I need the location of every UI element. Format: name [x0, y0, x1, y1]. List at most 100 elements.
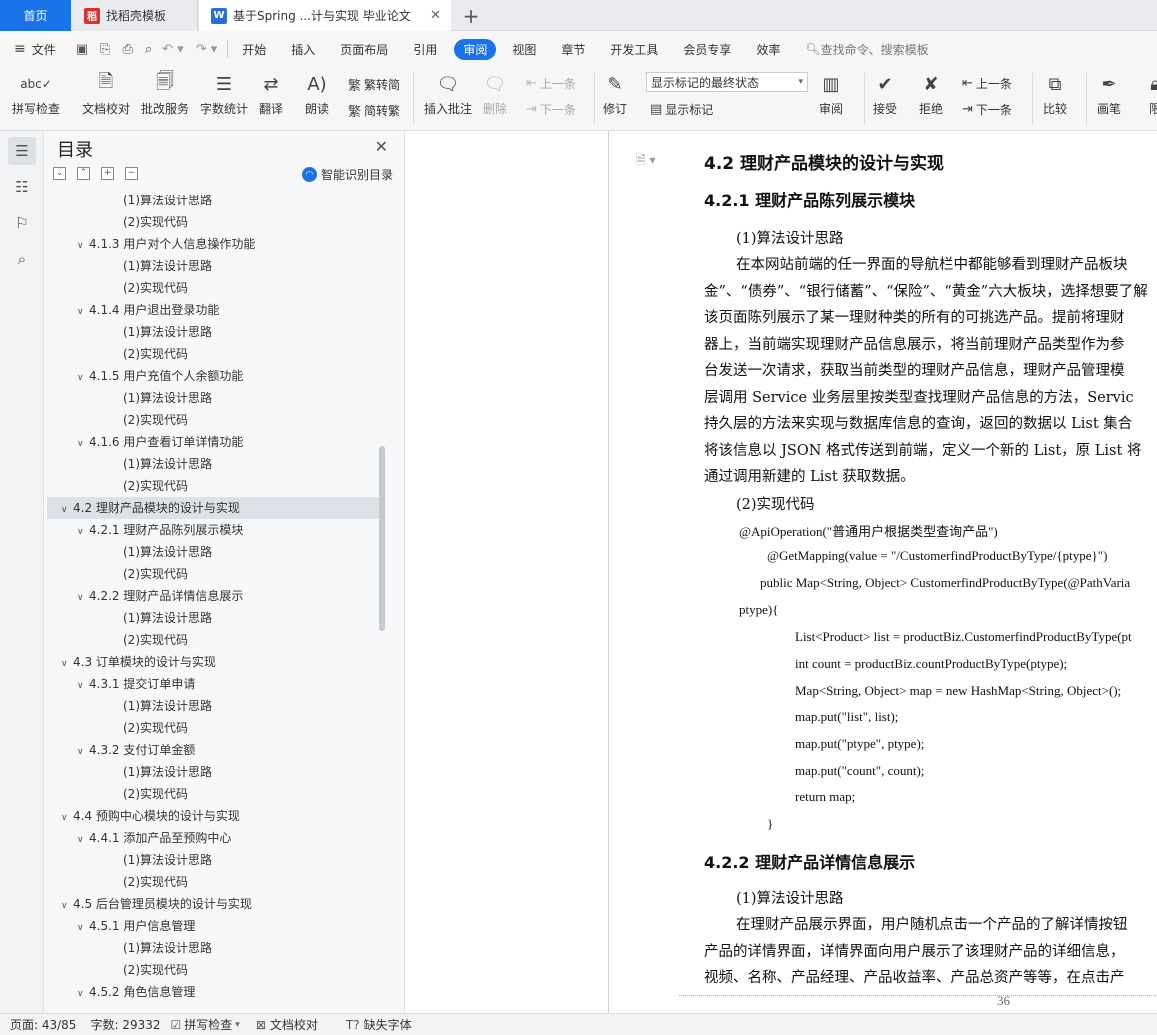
- chevron-down-icon[interactable]: ∨: [77, 741, 89, 763]
- chevron-down-icon[interactable]: ∨: [61, 895, 73, 917]
- chevron-down-icon[interactable]: ∨: [77, 587, 89, 609]
- tab-home[interactable]: 首页: [0, 0, 71, 31]
- chevron-down-icon[interactable]: ∨: [77, 917, 89, 939]
- chapter-nav-icon[interactable]: ☷: [8, 173, 36, 201]
- next-comment-button[interactable]: ⇥ 下一条: [526, 101, 576, 118]
- toc-item-sub[interactable]: (2)实现代码: [47, 409, 379, 431]
- chevron-down-icon[interactable]: ∨: [77, 433, 89, 455]
- toc-item-sub[interactable]: (1)算法设计思路: [47, 695, 379, 717]
- chevron-down-icon[interactable]: ▾: [235, 1020, 240, 1030]
- restrict-editing-button[interactable]: 🔒︎ 限: [1142, 71, 1157, 117]
- tab-document[interactable]: W 基于Spring ...计与实现 毕业论文 ✕: [199, 0, 451, 31]
- toc-item-section[interactable]: ∨ 4.4.1 添加产品至预购中心: [47, 827, 379, 849]
- compare-button[interactable]: ⧉ 比较: [1042, 71, 1068, 117]
- toc-item-section[interactable]: ∨ 4.2.2 理财产品详情信息展示: [47, 585, 379, 607]
- menu-insert[interactable]: 插入: [291, 41, 315, 58]
- simp-to-trad-button[interactable]: 繁简转繁: [348, 101, 400, 120]
- toc-item-sub[interactable]: (1)算法设计思路: [47, 453, 379, 475]
- accept-button[interactable]: ✔ 接受: [872, 71, 898, 117]
- expand-down-icon[interactable]: ⌄: [53, 167, 66, 180]
- redo-icon[interactable]: ↷ ▾: [196, 42, 218, 57]
- toc-item-section[interactable]: ∨ 4.5.1 用户信息管理: [47, 915, 379, 937]
- trad-to-simp-button[interactable]: 繁繁转简: [348, 75, 400, 94]
- toc-item-section[interactable]: ∨ 4.3.2 支付订单金额: [47, 739, 379, 761]
- toc-item-sub[interactable]: (2)实现代码: [47, 717, 379, 739]
- toc-item-section[interactable]: ∨ 4.1.3 用户对个人信息操作功能: [47, 233, 379, 255]
- save-icon[interactable]: ▣: [76, 42, 88, 57]
- toc-item-section[interactable]: ∨ 4.1.4 用户退出登录功能: [47, 299, 379, 321]
- reject-button[interactable]: ✘ 拒绝: [918, 71, 944, 117]
- doc-proof-button[interactable]: 🗎 文档校对: [82, 71, 130, 117]
- toc-item-section[interactable]: ∨ 4.2 理财产品模块的设计与实现: [47, 497, 379, 519]
- menu-chapter[interactable]: 章节: [561, 41, 585, 58]
- menu-file[interactable]: 文件: [32, 41, 56, 58]
- chevron-down-icon[interactable]: ∨: [77, 367, 89, 389]
- menu-layout[interactable]: 页面布局: [340, 41, 388, 58]
- chevron-down-icon[interactable]: ∨: [77, 675, 89, 697]
- toc-item-sub[interactable]: (2)实现代码: [47, 629, 379, 651]
- export-icon[interactable]: ⎘: [100, 42, 110, 57]
- toc-item-sub[interactable]: (1)算法设计思路: [47, 761, 379, 783]
- toc-item-sub[interactable]: (2)实现代码: [47, 211, 379, 233]
- toc-item-sub[interactable]: (1)算法设计思路: [47, 321, 379, 343]
- toc-item-sub[interactable]: (2)实现代码: [47, 563, 379, 585]
- chevron-down-icon[interactable]: ∨: [61, 807, 73, 829]
- menu-review[interactable]: 审阅: [454, 38, 497, 60]
- spell-check-status-icon[interactable]: ☑: [171, 1018, 182, 1032]
- find-icon[interactable]: ⌕: [8, 245, 36, 273]
- chevron-down-icon[interactable]: ∨: [77, 829, 89, 851]
- menu-member[interactable]: 会员专享: [683, 41, 731, 58]
- read-aloud-button[interactable]: A) 朗读: [304, 71, 330, 117]
- next-change-button[interactable]: ⇥ 下一条: [962, 101, 1012, 118]
- word-count-indicator[interactable]: 字数: 29332: [90, 1016, 160, 1033]
- print-icon[interactable]: ⎙: [122, 42, 132, 57]
- toc-item-section[interactable]: ∨ 4.4 预购中心模块的设计与实现: [47, 805, 379, 827]
- chevron-down-icon[interactable]: ∨: [77, 301, 89, 323]
- close-icon[interactable]: ✕: [430, 8, 441, 23]
- toc-item-sub[interactable]: (2)实现代码: [47, 959, 379, 981]
- insert-comment-button[interactable]: 🗨 插入批注: [424, 71, 472, 117]
- menu-devtools[interactable]: 开发工具: [610, 41, 658, 58]
- toc-item-section[interactable]: ∨ 4.5.2 角色信息管理: [47, 981, 379, 1003]
- bookmark-icon[interactable]: ⚐: [8, 209, 36, 237]
- markup-mode-select[interactable]: 显示标记的最终状态 ▾: [646, 72, 808, 92]
- chevron-down-icon[interactable]: ∨: [77, 983, 89, 1005]
- chevron-down-icon[interactable]: ∨: [61, 653, 73, 675]
- prev-comment-button[interactable]: ⇤ 上一条: [526, 75, 576, 92]
- missing-font-icon[interactable]: T?: [346, 1018, 360, 1032]
- chevron-down-icon[interactable]: ∨: [61, 499, 73, 521]
- add-tab-icon[interactable]: +: [458, 0, 484, 31]
- pen-button[interactable]: ✒ 画笔: [1096, 71, 1122, 117]
- toc-item-sub[interactable]: (1)算法设计思路: [47, 849, 379, 871]
- toc-item-section[interactable]: ∨ 4.3.1 提交订单申请: [47, 673, 379, 695]
- toc-item-sub[interactable]: (1)算法设计思路: [47, 541, 379, 563]
- toc-item-sub[interactable]: (2)实现代码: [47, 277, 379, 299]
- smart-toc-button[interactable]: ◠ 智能识别目录: [301, 166, 393, 183]
- close-icon[interactable]: ✕: [375, 137, 388, 156]
- toc-panel-icon[interactable]: ☰: [8, 137, 36, 165]
- toc-item-sub[interactable]: (1)算法设计思路: [47, 607, 379, 629]
- prev-change-button[interactable]: ⇤ 上一条: [962, 75, 1012, 92]
- menu-reference[interactable]: 引用: [413, 41, 437, 58]
- page-indicator[interactable]: 页面: 43/85: [10, 1016, 76, 1033]
- toc-item-sub[interactable]: (1)算法设计思路: [47, 255, 379, 277]
- track-changes-button[interactable]: ✎ 修订: [602, 71, 628, 117]
- spell-check-button[interactable]: abc✓ 拼写检查: [12, 71, 60, 117]
- collapse-up-icon[interactable]: ⌃: [77, 167, 90, 180]
- document-page[interactable]: 🗎 ▾ 4.2 理财产品模块的设计与实现 4.2.1 理财产品陈列展示模块 (1…: [608, 131, 1157, 1013]
- expand-all-icon[interactable]: +: [101, 167, 114, 180]
- missing-font-status[interactable]: 缺失字体: [364, 1016, 412, 1033]
- toc-item-section[interactable]: ∨ 4.1.6 用户查看订单详情功能: [47, 431, 379, 453]
- toc-item-sub[interactable]: (2)实现代码: [47, 475, 379, 497]
- search-icon[interactable]: 🔍︎: [805, 42, 820, 56]
- chevron-down-icon[interactable]: ∨: [77, 235, 89, 257]
- toc-item-section[interactable]: ∨ 4.3 订单模块的设计与实现: [47, 651, 379, 673]
- hamburger-icon[interactable]: ≡: [14, 41, 26, 57]
- menu-efficiency[interactable]: 效率: [756, 41, 780, 58]
- toc-item-section[interactable]: ∨ 4.5 后台管理员模块的设计与实现: [47, 893, 379, 915]
- tab-template[interactable]: 稻 找稻壳模板: [72, 0, 198, 31]
- toc-item-sub[interactable]: (2)实现代码: [47, 783, 379, 805]
- translate-button[interactable]: ⇄ 翻译: [258, 71, 284, 117]
- doc-menu-icon[interactable]: 🗎 ▾: [636, 151, 656, 172]
- spell-check-status[interactable]: 拼写检查: [184, 1016, 232, 1033]
